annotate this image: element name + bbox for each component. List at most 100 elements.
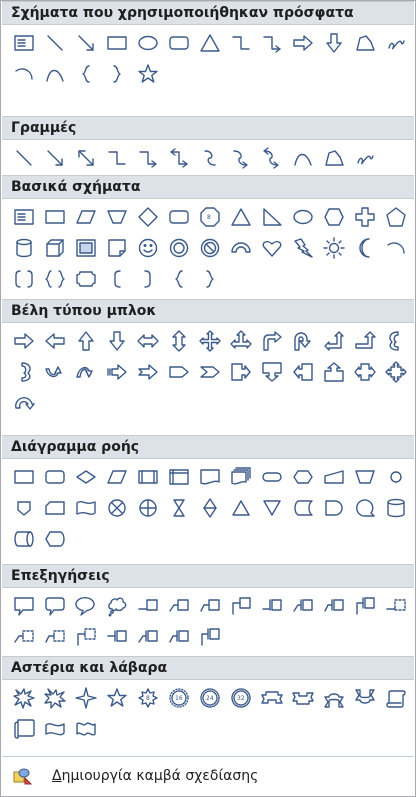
- flowchart-card-icon[interactable]: [39, 492, 70, 523]
- double-arrow-line-icon[interactable]: [70, 142, 101, 173]
- up-arrow-callout-icon[interactable]: [318, 356, 349, 387]
- flowchart-manual-input-icon[interactable]: [318, 461, 349, 492]
- heart-icon[interactable]: [256, 232, 287, 263]
- double-wave-icon[interactable]: [70, 713, 101, 744]
- arc-icon[interactable]: [8, 58, 39, 89]
- flowchart-extract-icon[interactable]: [225, 492, 256, 523]
- line-icon[interactable]: [8, 142, 39, 173]
- bent-arrow-icon[interactable]: [256, 325, 287, 356]
- curved-down-arrow-icon[interactable]: [70, 356, 101, 387]
- smiley-face-icon[interactable]: [132, 232, 163, 263]
- pentagon-icon[interactable]: [380, 201, 411, 232]
- double-brace-icon[interactable]: [39, 263, 70, 294]
- oval-icon[interactable]: [287, 201, 318, 232]
- curved-right-arrow-icon[interactable]: [380, 325, 411, 356]
- line-callout-1-border-and-accent-bar-icon[interactable]: [101, 621, 132, 652]
- parallelogram-icon[interactable]: [70, 201, 101, 232]
- rectangular-callout-icon[interactable]: [8, 590, 39, 621]
- freeform-icon[interactable]: [318, 142, 349, 173]
- elbow-connector-icon[interactable]: [225, 27, 256, 58]
- curve-icon[interactable]: [39, 58, 70, 89]
- down-ribbon-icon[interactable]: [287, 682, 318, 713]
- 8-point-star-icon[interactable]: 8: [132, 682, 163, 713]
- curve-icon[interactable]: [287, 142, 318, 173]
- elbow-arrow-connector-icon[interactable]: [256, 27, 287, 58]
- flowchart-collate-icon[interactable]: [163, 492, 194, 523]
- flowchart-direct-access-storage-icon[interactable]: [8, 523, 39, 554]
- flowchart-terminator-icon[interactable]: [256, 461, 287, 492]
- block-arc-icon[interactable]: [225, 232, 256, 263]
- up-ribbon-icon[interactable]: [256, 682, 287, 713]
- triangle-icon[interactable]: [225, 201, 256, 232]
- right-brace-icon[interactable]: [101, 58, 132, 89]
- right-brace-icon[interactable]: [194, 263, 225, 294]
- line-callout-3-accent-bar-icon[interactable]: [318, 590, 349, 621]
- left-right-arrow-icon[interactable]: [132, 325, 163, 356]
- down-arrow-icon[interactable]: [318, 27, 349, 58]
- up-down-arrow-icon[interactable]: [163, 325, 194, 356]
- elbow-double-arrow-connector-icon[interactable]: [163, 142, 194, 173]
- left-right-arrow-callout-icon[interactable]: [349, 356, 380, 387]
- left-brace-icon[interactable]: [70, 58, 101, 89]
- flowchart-alternate-process-icon[interactable]: [39, 461, 70, 492]
- no-symbol-icon[interactable]: [194, 232, 225, 263]
- flowchart-data-icon[interactable]: [101, 461, 132, 492]
- flowchart-stored-data-icon[interactable]: [287, 492, 318, 523]
- right-arrow-callout-icon[interactable]: [225, 356, 256, 387]
- line-callout-1-no-border-icon[interactable]: [380, 590, 411, 621]
- line-callout-2-border-and-accent-bar-icon[interactable]: [132, 621, 163, 652]
- curved-double-arrow-connector-icon[interactable]: [256, 142, 287, 173]
- flowchart-sort-icon[interactable]: [194, 492, 225, 523]
- chevron-icon[interactable]: [194, 356, 225, 387]
- elbow-connector-icon[interactable]: [101, 142, 132, 173]
- line-callout-1-accent-bar-icon[interactable]: [256, 590, 287, 621]
- arc-icon[interactable]: [380, 232, 411, 263]
- cross-icon[interactable]: [349, 201, 380, 232]
- rounded-rectangular-callout-icon[interactable]: [39, 590, 70, 621]
- line-callout-1-icon[interactable]: [132, 590, 163, 621]
- new-drawing-canvas-command[interactable]: Δημιουργία καμβά σχεδίασης: [2, 758, 414, 794]
- right-bracket-icon[interactable]: [132, 263, 163, 294]
- line-callout-3-border-and-accent-bar-icon[interactable]: [163, 621, 194, 652]
- line-callout-4-border-and-accent-bar-icon[interactable]: [194, 621, 225, 652]
- line-icon[interactable]: [39, 27, 70, 58]
- 24-point-star-icon[interactable]: 24: [194, 682, 225, 713]
- bevel-icon[interactable]: [70, 232, 101, 263]
- left-right-up-arrow-icon[interactable]: [225, 325, 256, 356]
- flowchart-delay-icon[interactable]: [318, 492, 349, 523]
- line-callout-4-no-border-icon[interactable]: [70, 621, 101, 652]
- left-bracket-icon[interactable]: [101, 263, 132, 294]
- arrow-line-icon[interactable]: [39, 142, 70, 173]
- scribble-icon[interactable]: [349, 142, 380, 173]
- curved-left-arrow-icon[interactable]: [8, 356, 39, 387]
- flowchart-off-page-connector-icon[interactable]: [8, 492, 39, 523]
- moon-icon[interactable]: [349, 232, 380, 263]
- text-box-icon[interactable]: [8, 201, 39, 232]
- left-brace-icon[interactable]: [163, 263, 194, 294]
- striped-right-arrow-icon[interactable]: [101, 356, 132, 387]
- line-callout-4-icon[interactable]: [225, 590, 256, 621]
- flowchart-multidocument-icon[interactable]: [225, 461, 256, 492]
- flowchart-manual-operation-icon[interactable]: [349, 461, 380, 492]
- down-arrow-callout-icon[interactable]: [256, 356, 287, 387]
- vertical-scroll-icon[interactable]: [380, 682, 411, 713]
- octagon-icon[interactable]: 8: [194, 201, 225, 232]
- notched-right-arrow-icon[interactable]: [132, 356, 163, 387]
- lightning-bolt-icon[interactable]: [287, 232, 318, 263]
- freeform-icon[interactable]: [349, 27, 380, 58]
- up-arrow-icon[interactable]: [70, 325, 101, 356]
- oval-callout-icon[interactable]: [70, 590, 101, 621]
- left-arrow-callout-icon[interactable]: [287, 356, 318, 387]
- flowchart-internal-storage-icon[interactable]: [163, 461, 194, 492]
- flowchart-process-icon[interactable]: [8, 461, 39, 492]
- curved-up-ribbon-icon[interactable]: [318, 682, 349, 713]
- rounded-rectangle-icon[interactable]: [163, 201, 194, 232]
- explosion-2-icon[interactable]: [39, 682, 70, 713]
- 32-point-star-icon[interactable]: 32: [225, 682, 256, 713]
- can-icon[interactable]: [8, 232, 39, 263]
- quad-arrow-callout-icon[interactable]: [380, 356, 411, 387]
- trapezoid-icon[interactable]: [101, 201, 132, 232]
- flowchart-sequential-access-storage-icon[interactable]: [349, 492, 380, 523]
- star-icon[interactable]: [132, 58, 163, 89]
- curved-arrow-connector-icon[interactable]: [225, 142, 256, 173]
